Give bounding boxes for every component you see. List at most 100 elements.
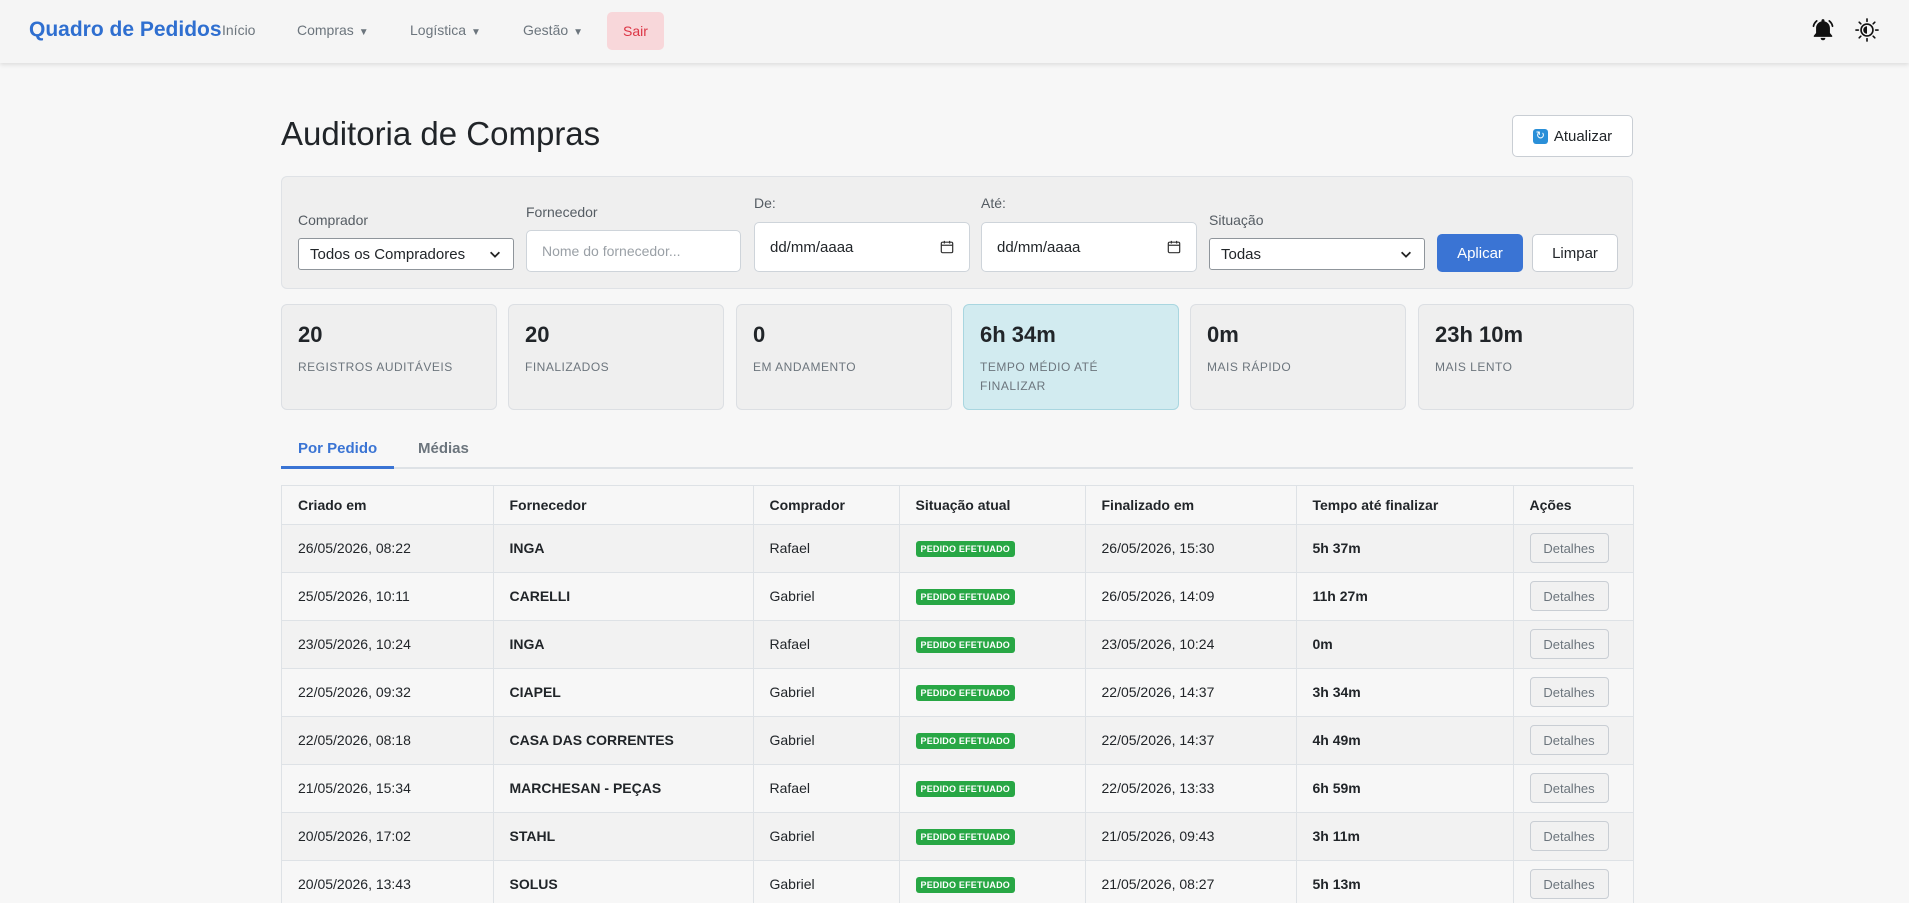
navbar: Quadro de Pedidos Início Compras ▼ Logíst… <box>0 0 1909 63</box>
details-button[interactable]: Detalhes <box>1529 533 1609 563</box>
status-cell: PEDIDO EFETUADO <box>899 860 1086 903</box>
status-badge: PEDIDO EFETUADO <box>915 781 1016 797</box>
details-button[interactable]: Detalhes <box>1529 725 1609 755</box>
details-button[interactable]: Detalhes <box>1529 773 1609 803</box>
column-header[interactable]: Criado em <box>282 486 494 525</box>
calendar-icon[interactable] <box>940 240 954 254</box>
duration-cell: 5h 13m <box>1296 860 1514 903</box>
calendar-icon[interactable] <box>1167 240 1181 254</box>
actions-cell: Detalhes <box>1513 860 1633 903</box>
supplier-cell: INGA <box>493 620 754 669</box>
stat-label: MAIS LENTO <box>1435 360 1513 374</box>
status-cell: PEDIDO EFETUADO <box>899 668 1086 717</box>
table-row: 22/05/2026, 08:18 CASA DAS CORRENTES Gab… <box>282 716 1633 765</box>
details-button[interactable]: Detalhes <box>1529 821 1609 851</box>
status-cell: PEDIDO EFETUADO <box>899 572 1086 621</box>
buyer-label: Comprador <box>298 212 369 228</box>
nav-item-inicio[interactable]: Início <box>222 22 255 38</box>
actions-cell: Detalhes <box>1513 668 1633 717</box>
filter-panel: Comprador Todos os Compradores Fornecedo… <box>281 176 1633 289</box>
caret-down-icon: ▼ <box>358 27 369 38</box>
created-cell: 20/05/2026, 13:43 <box>282 860 494 903</box>
date-to-label: Até: <box>981 195 1006 211</box>
stat-label: MAIS RÁPIDO <box>1207 360 1292 374</box>
logout-button[interactable]: Sair <box>607 12 664 50</box>
refresh-button-label: Atualizar <box>1553 127 1613 145</box>
buyer-cell: Rafael <box>753 764 900 813</box>
created-cell: 20/05/2026, 17:02 <box>282 812 494 861</box>
stat-value: 23h 10m <box>1435 322 1524 347</box>
refresh-button[interactable]: ↻ Atualizar <box>1512 115 1633 157</box>
duration-cell: 4h 49m <box>1296 716 1514 765</box>
nav-item-compras[interactable]: Compras ▼ <box>297 22 369 38</box>
stat-label: EM ANDAMENTO <box>753 360 857 374</box>
details-button[interactable]: Detalhes <box>1529 677 1609 707</box>
caret-down-icon: ▼ <box>471 27 481 38</box>
nav-item-label: Gestão <box>523 22 569 38</box>
supplier-cell: SOLUS <box>493 860 754 903</box>
actions-cell: Detalhes <box>1513 716 1633 765</box>
actions-cell: Detalhes <box>1513 572 1633 621</box>
buyer-cell: Gabriel <box>753 860 900 903</box>
buyer-cell: Gabriel <box>753 812 900 861</box>
supplier-cell: CIAPEL <box>493 668 754 717</box>
column-header[interactable]: Situação atual <box>899 486 1086 525</box>
date-from-label: De: <box>754 195 776 211</box>
status-badge: PEDIDO EFETUADO <box>915 733 1016 749</box>
stat-value: 20 <box>298 322 323 347</box>
clear-button[interactable]: Limpar <box>1532 234 1618 272</box>
brand-logo[interactable]: Quadro de Pedidos <box>29 18 222 42</box>
actions-cell: Detalhes <box>1513 620 1633 669</box>
status-select-value: Todas <box>1221 245 1262 263</box>
details-button[interactable]: Detalhes <box>1529 869 1609 899</box>
status-cell: PEDIDO EFETUADO <box>899 620 1086 669</box>
date-from-input[interactable]: dd/mm/aaaa <box>754 222 970 272</box>
bell-icon[interactable] <box>1809 16 1837 44</box>
status-badge: PEDIDO EFETUADO <box>915 589 1016 605</box>
tab-por-pedido[interactable]: Por Pedido <box>281 440 395 469</box>
nav-item-logistica[interactable]: Logística ▼ <box>410 22 481 38</box>
column-header[interactable]: Tempo até finalizar <box>1296 486 1514 525</box>
buyer-select-value: Todos os Compradores <box>310 245 466 263</box>
nav-item-label: Compras <box>297 22 354 38</box>
finished-cell: 26/05/2026, 15:30 <box>1085 524 1297 573</box>
supplier-cell: CASA DAS CORRENTES <box>493 716 754 765</box>
actions-cell: Detalhes <box>1513 812 1633 861</box>
duration-cell: 6h 59m <box>1296 764 1514 813</box>
tab-medias[interactable]: Médias <box>418 440 469 469</box>
supplier-input[interactable]: Nome do fornecedor... <box>526 230 741 272</box>
table-row: 25/05/2026, 10:11 CARELLI Gabriel PEDIDO… <box>282 572 1633 621</box>
details-button[interactable]: Detalhes <box>1529 581 1609 611</box>
stat-card-auditable: 20 REGISTROS AUDITÁVEIS <box>281 304 497 410</box>
column-header[interactable]: Finalizado em <box>1085 486 1297 525</box>
caret-down-icon: ▼ <box>573 27 584 38</box>
column-header[interactable]: Comprador <box>753 486 900 525</box>
date-to-input[interactable]: dd/mm/aaaa <box>981 222 1197 272</box>
table-row: 20/05/2026, 13:43 SOLUS Gabriel PEDIDO E… <box>282 860 1633 903</box>
finished-cell: 21/05/2026, 09:43 <box>1085 812 1297 861</box>
sun-icon[interactable] <box>1853 16 1881 44</box>
table-row: 21/05/2026, 15:34 MARCHESAN - PEÇAS Rafa… <box>282 764 1633 813</box>
stat-label: FINALIZADOS <box>525 360 610 374</box>
details-button[interactable]: Detalhes <box>1529 629 1609 659</box>
status-badge: PEDIDO EFETUADO <box>915 685 1016 701</box>
nav-item-gestao[interactable]: Gestão ▼ <box>523 22 583 38</box>
apply-button[interactable]: Aplicar <box>1437 234 1523 272</box>
created-cell: 22/05/2026, 08:18 <box>282 716 494 765</box>
finished-cell: 26/05/2026, 14:09 <box>1085 572 1297 621</box>
stat-card-fastest: 0m MAIS RÁPIDO <box>1190 304 1406 410</box>
created-cell: 25/05/2026, 10:11 <box>282 572 494 621</box>
stat-card-finished: 20 FINALIZADOS <box>508 304 724 410</box>
refresh-icon: ↻ <box>1532 128 1548 144</box>
buyer-select[interactable]: Todos os Compradores <box>298 238 514 270</box>
table-row: 22/05/2026, 09:32 CIAPEL Gabriel PEDIDO … <box>282 668 1633 717</box>
duration-cell: 11h 27m <box>1296 572 1514 621</box>
status-label: Situação <box>1209 212 1264 228</box>
status-select[interactable]: Todas <box>1209 238 1425 270</box>
stat-value: 6h 34m <box>980 322 1056 347</box>
status-badge: PEDIDO EFETUADO <box>915 637 1016 653</box>
page-title: Auditoria de Compras <box>281 115 601 152</box>
buyer-cell: Rafael <box>753 524 900 573</box>
column-header[interactable]: Fornecedor <box>493 486 754 525</box>
stat-value: 0 <box>753 322 766 347</box>
